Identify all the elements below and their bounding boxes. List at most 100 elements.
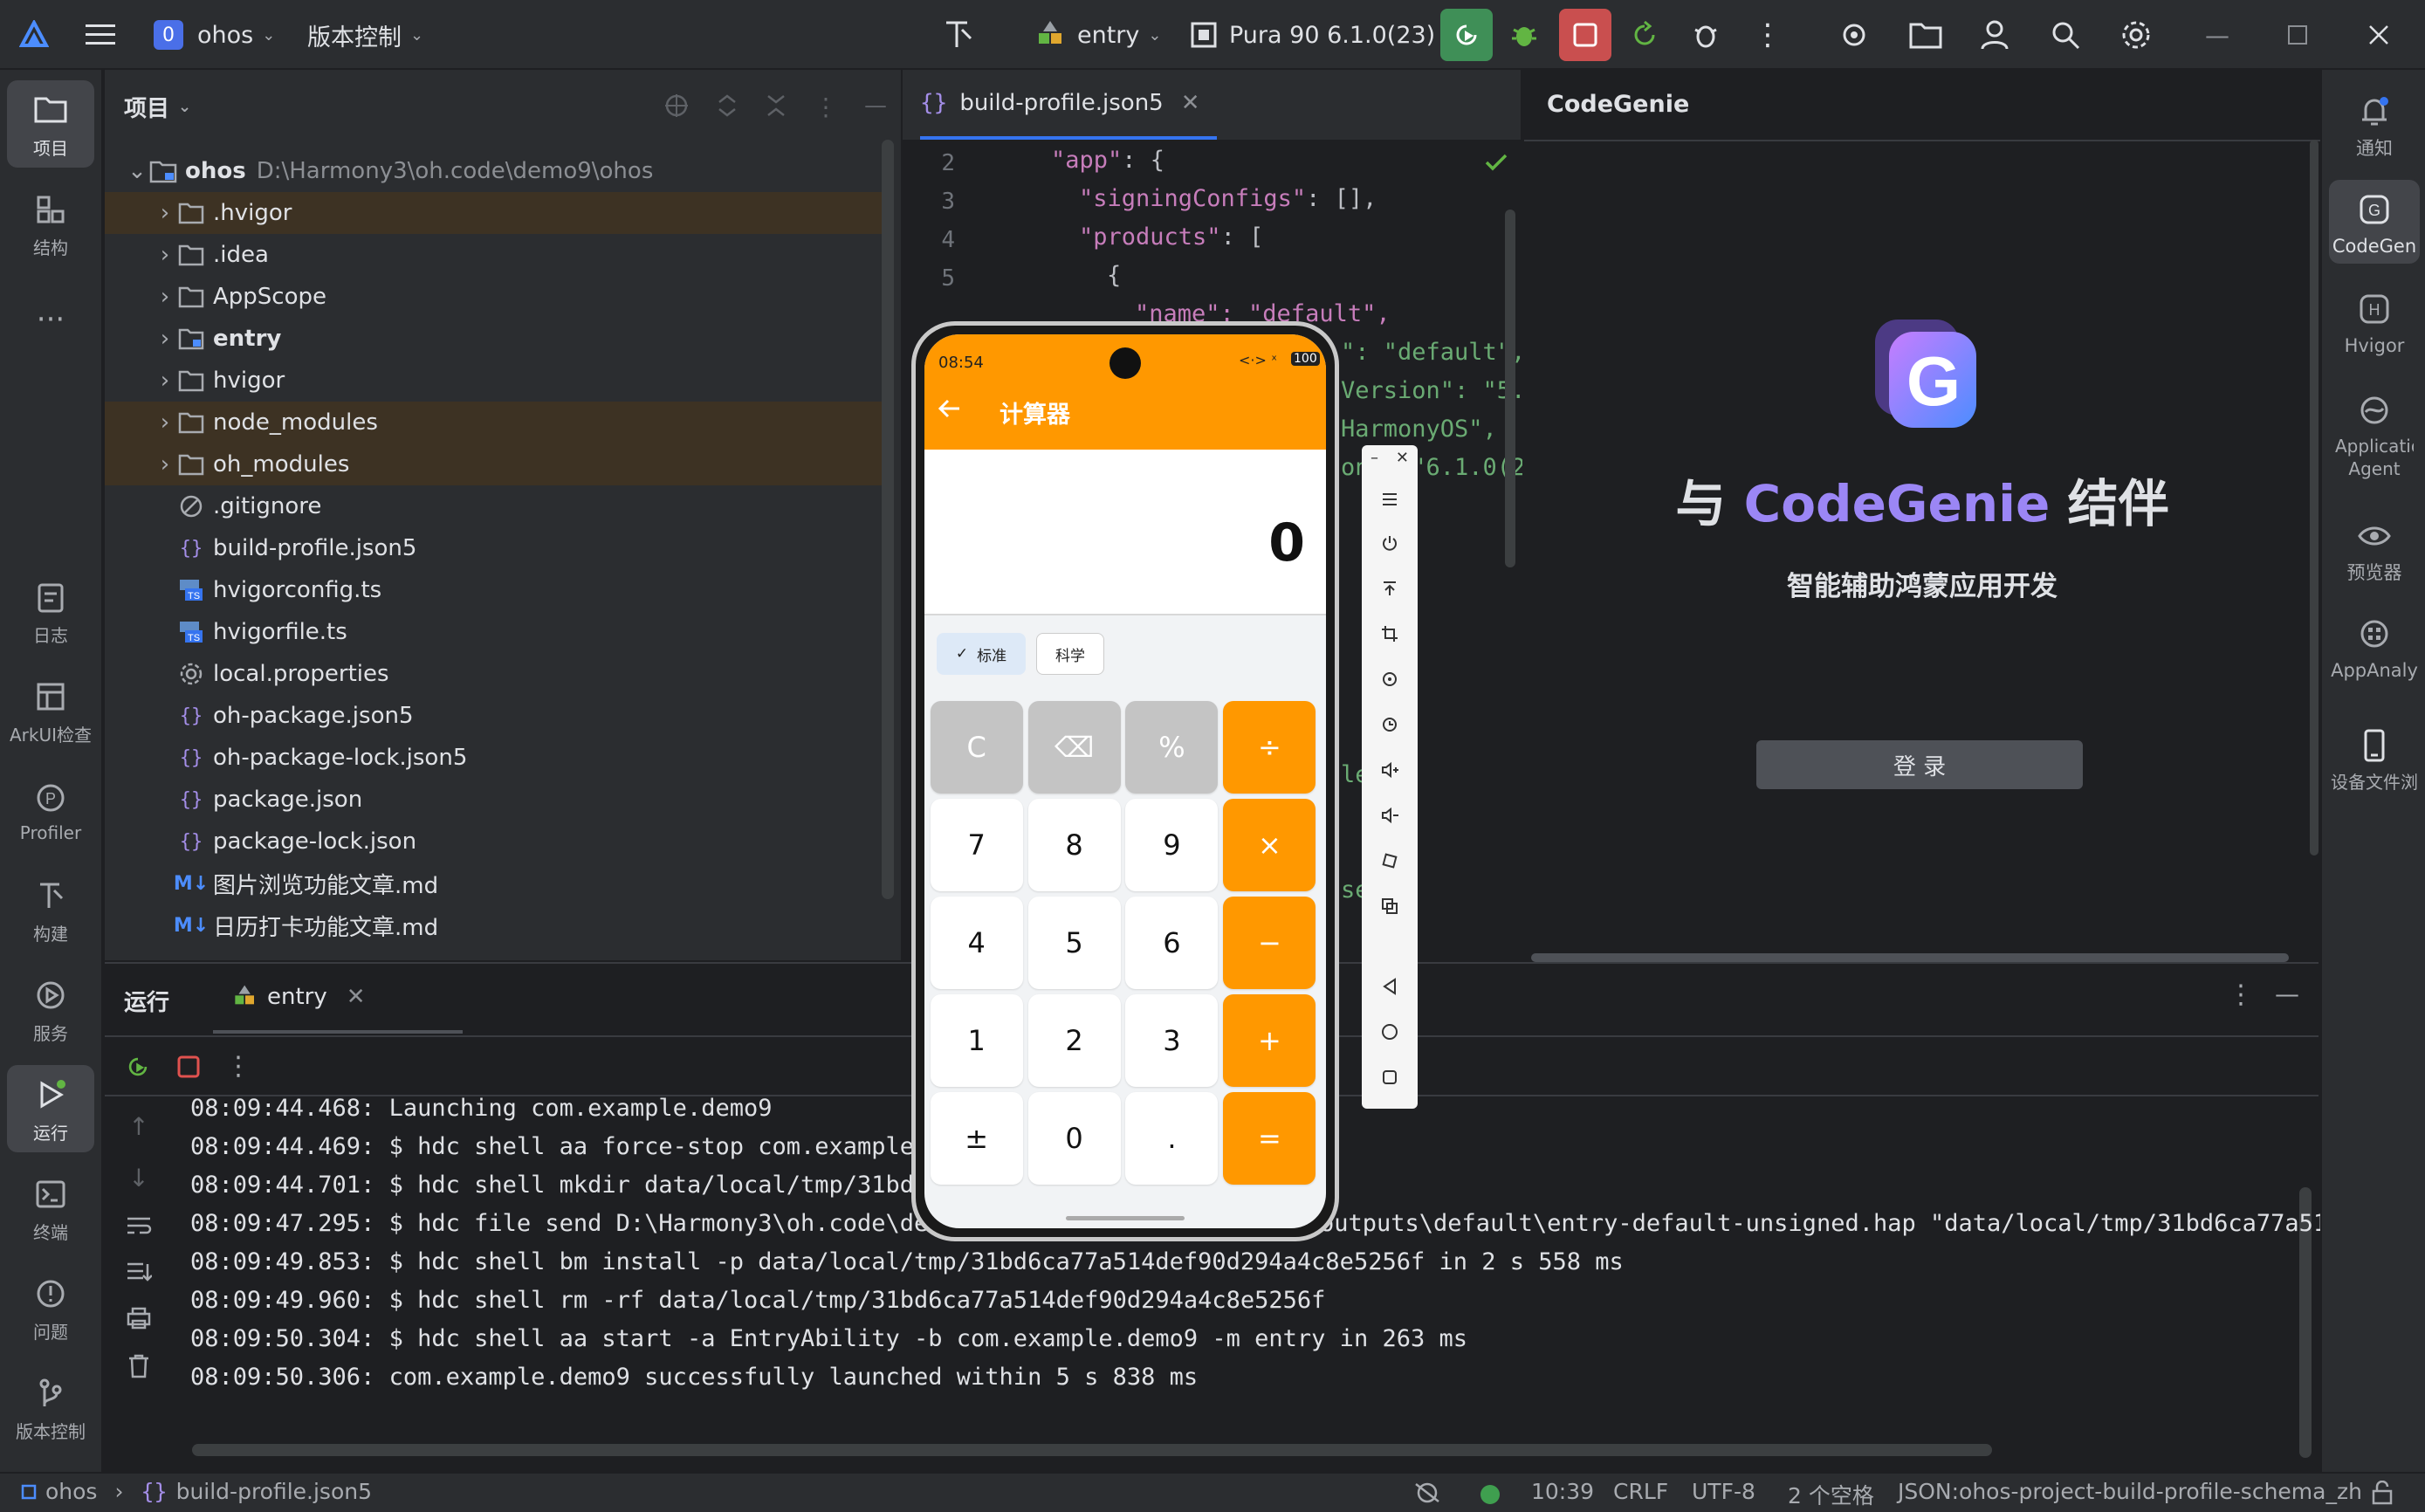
nav-home-icon[interactable] bbox=[1362, 1014, 1418, 1049]
key-digit-4[interactable]: 4 bbox=[930, 896, 1023, 989]
folder-sync-icon[interactable] bbox=[1908, 0, 1943, 70]
tree-item[interactable]: {} oh-package-lock.json5 bbox=[105, 737, 890, 779]
debug-icon[interactable] bbox=[1508, 0, 1540, 70]
power-save-icon[interactable] bbox=[1412, 1481, 1442, 1505]
stop-button[interactable] bbox=[1559, 9, 1611, 61]
close-tab-icon[interactable]: ✕ bbox=[1181, 90, 1200, 116]
volume-up-icon[interactable] bbox=[1362, 753, 1418, 787]
tree-item[interactable]: TS hvigorconfig.ts bbox=[105, 569, 890, 611]
tool-appanalyzer[interactable]: AppAnaly bbox=[2329, 604, 2420, 683]
codegenie-scrollbar[interactable] bbox=[1531, 953, 2289, 962]
tool-previewer[interactable]: 预览器 bbox=[2329, 506, 2420, 585]
shake-icon[interactable] bbox=[1362, 843, 1418, 878]
device-selector[interactable]: Pura 90 6.1.0(23) ⌄ bbox=[1189, 0, 1457, 70]
power-icon[interactable] bbox=[1362, 526, 1418, 560]
key-digit-8[interactable]: 8 bbox=[1027, 798, 1121, 891]
status-breadcrumb[interactable]: ohos › {} build-profile.json5 bbox=[21, 1479, 372, 1504]
tool-hvigor[interactable]: H Hvigor bbox=[2329, 279, 2420, 358]
target-icon[interactable] bbox=[1838, 0, 1870, 70]
tree-item[interactable]: {} package.json bbox=[105, 779, 890, 821]
login-button[interactable]: 登 录 bbox=[1756, 740, 2083, 789]
key-percent[interactable]: % bbox=[1125, 701, 1219, 794]
tree-item[interactable]: › hvigor bbox=[105, 360, 890, 402]
rotate-right-icon[interactable] bbox=[1362, 707, 1418, 742]
tree-item[interactable]: › .hvigor bbox=[105, 192, 890, 234]
tree-item[interactable]: › oh_modules bbox=[105, 443, 890, 485]
expand-all-icon[interactable] bbox=[716, 93, 738, 121]
tree-item[interactable]: M↓ 图片浏览功能文章.md bbox=[105, 863, 890, 904]
tree-item[interactable]: {} oh-package.json5 bbox=[105, 695, 890, 737]
volume-down-icon[interactable] bbox=[1362, 798, 1418, 833]
scroll-up-icon[interactable]: ↑ bbox=[128, 1112, 148, 1141]
key-plus[interactable]: + bbox=[1223, 993, 1316, 1087]
nav-back-icon[interactable] bbox=[1362, 969, 1418, 1004]
line-separator[interactable]: CRLF bbox=[1613, 1479, 1668, 1504]
rerun-button[interactable] bbox=[1440, 9, 1493, 61]
more-icon[interactable]: ⋮ bbox=[225, 1051, 251, 1082]
tree-item[interactable]: › AppScope bbox=[105, 276, 890, 318]
more-icon[interactable]: ⋮ bbox=[1753, 0, 1783, 70]
locate-icon[interactable] bbox=[663, 93, 690, 121]
cursor-position[interactable]: 10:39 bbox=[1531, 1479, 1594, 1504]
tool-vcs[interactable]: 版本控制 bbox=[7, 1364, 94, 1451]
screenshot-crop-icon[interactable] bbox=[1362, 616, 1418, 651]
json-schema[interactable]: JSON:ohos-project-build-profile-schema_z… bbox=[1898, 1479, 2362, 1504]
more-icon[interactable]: ⋮ bbox=[2228, 979, 2254, 1010]
tree-item[interactable]: {} build-profile.json5 bbox=[105, 527, 890, 569]
tool-application-agent[interactable]: Applicatio Agent bbox=[2329, 381, 2420, 480]
tree-item[interactable]: TS hvigorfile.ts bbox=[105, 611, 890, 653]
key-digit-7[interactable]: 7 bbox=[930, 798, 1023, 891]
tool-problems[interactable]: 问题 bbox=[7, 1264, 94, 1351]
account-icon[interactable] bbox=[1980, 0, 2009, 70]
close-window-icon[interactable] bbox=[2367, 0, 2390, 70]
close-tab-icon[interactable]: ✕ bbox=[347, 984, 366, 1010]
key-digit-6[interactable]: 6 bbox=[1125, 896, 1219, 989]
hide-panel-icon[interactable]: — bbox=[864, 93, 887, 121]
print-icon[interactable] bbox=[126, 1306, 152, 1330]
key-digit-3[interactable]: 3 bbox=[1125, 993, 1219, 1087]
stop-icon[interactable] bbox=[176, 1055, 201, 1079]
key-digit-2[interactable]: 2 bbox=[1027, 993, 1121, 1087]
mode-standard-button[interactable]: ✓ 标准 bbox=[937, 633, 1026, 675]
mode-science-button[interactable]: 科学 bbox=[1036, 633, 1104, 675]
back-arrow-icon[interactable] bbox=[937, 395, 963, 422]
key-backspace[interactable]: ⌫ bbox=[1027, 701, 1121, 794]
emulator-menu-icon[interactable] bbox=[1362, 482, 1418, 517]
tool-profiler[interactable]: P Profiler bbox=[7, 766, 94, 854]
multi-device-icon[interactable] bbox=[1362, 889, 1418, 924]
editor-tab[interactable]: {} build-profile.json5 ✕ bbox=[920, 70, 1217, 140]
project-scrollbar[interactable] bbox=[882, 140, 894, 899]
soft-wrap-icon[interactable] bbox=[126, 1215, 152, 1238]
tree-item[interactable]: M↓ 日历打卡功能文章.md bbox=[105, 904, 890, 946]
project-panel-header[interactable]: 项目 ⌄ bbox=[124, 91, 191, 123]
apply-changes-icon[interactable] bbox=[1629, 0, 1660, 70]
settings-gear-icon[interactable] bbox=[2119, 0, 2153, 70]
run-tab[interactable]: entry ✕ bbox=[213, 964, 463, 1034]
key-sign[interactable]: ± bbox=[930, 1091, 1023, 1185]
status-ok-icon[interactable] bbox=[1480, 1485, 1500, 1504]
tool-run[interactable]: 运行 bbox=[7, 1065, 94, 1152]
key-minus[interactable]: − bbox=[1223, 896, 1316, 989]
tool-notifications[interactable]: 通知 bbox=[2329, 82, 2420, 161]
pin-top-icon[interactable] bbox=[1362, 571, 1418, 606]
run-config-selector[interactable]: entry ⌄ bbox=[1035, 0, 1161, 70]
tool-log[interactable]: 日志 bbox=[7, 567, 94, 655]
clear-trash-icon[interactable] bbox=[127, 1353, 151, 1379]
tree-item[interactable]: › .idea bbox=[105, 234, 890, 276]
tree-root[interactable]: ⌄ ohos D:\Harmony3\oh.code\demo9\ohos bbox=[105, 150, 890, 192]
tool-codegenie[interactable]: G CodeGen bbox=[2329, 180, 2420, 264]
more-icon[interactable]: ⋮ bbox=[814, 93, 838, 121]
nav-recent-icon[interactable] bbox=[1362, 1060, 1418, 1095]
tool-arkui-inspector[interactable]: ArkUI检查 bbox=[7, 667, 94, 754]
more-tools-icon[interactable]: ··· bbox=[7, 293, 94, 346]
editor-scrollbar[interactable] bbox=[1505, 210, 1515, 567]
tree-item[interactable]: .gitignore bbox=[105, 485, 890, 527]
run-hscrollbar[interactable] bbox=[192, 1444, 1992, 1456]
build-hammer-icon[interactable] bbox=[941, 0, 976, 70]
indent-setting[interactable]: 2 个空格 bbox=[1788, 1479, 1874, 1510]
key-digit-9[interactable]: 9 bbox=[1125, 798, 1219, 891]
tree-item[interactable]: local.properties bbox=[105, 653, 890, 695]
codegenie-vscrollbar[interactable] bbox=[2310, 140, 2319, 856]
key-equals[interactable]: = bbox=[1223, 1091, 1316, 1185]
tool-build[interactable]: 构建 bbox=[7, 866, 94, 953]
